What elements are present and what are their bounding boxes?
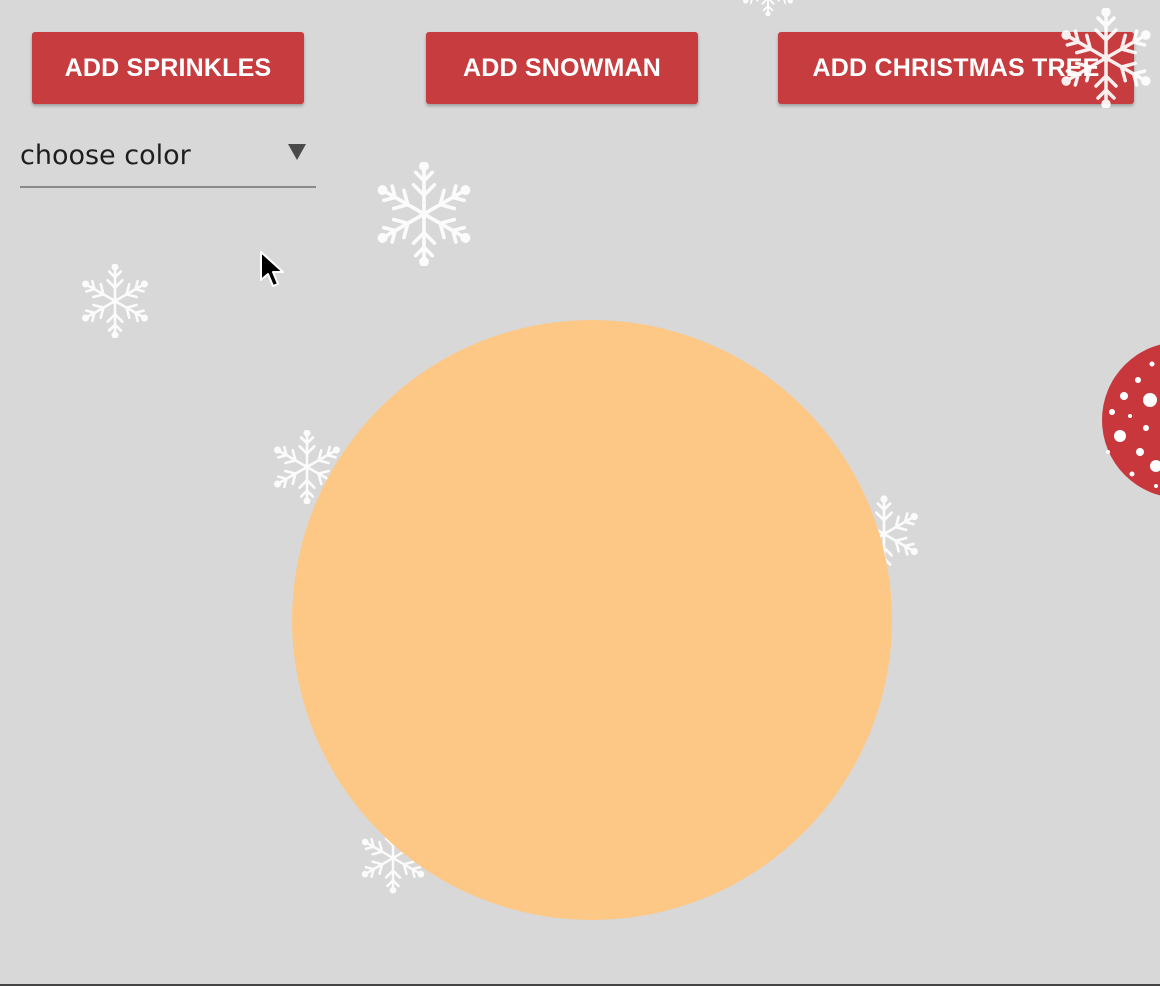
color-select[interactable]: choose color [20, 130, 316, 188]
triangle-down-icon [288, 144, 306, 160]
ornament-ball[interactable] [1100, 342, 1160, 498]
add-snowman-button[interactable]: ADD SNOWMAN [426, 32, 698, 104]
snowflake-icon [76, 264, 154, 338]
add-sprinkles-button[interactable]: ADD SPRINKLES [32, 32, 304, 104]
snowflake-icon [368, 162, 480, 266]
arrow-cursor-icon [260, 251, 284, 287]
snowflake-icon [1056, 8, 1156, 108]
snowflake-icon [740, 0, 796, 16]
snowball-circle[interactable] [292, 320, 892, 920]
color-select-label: choose color [20, 140, 191, 171]
